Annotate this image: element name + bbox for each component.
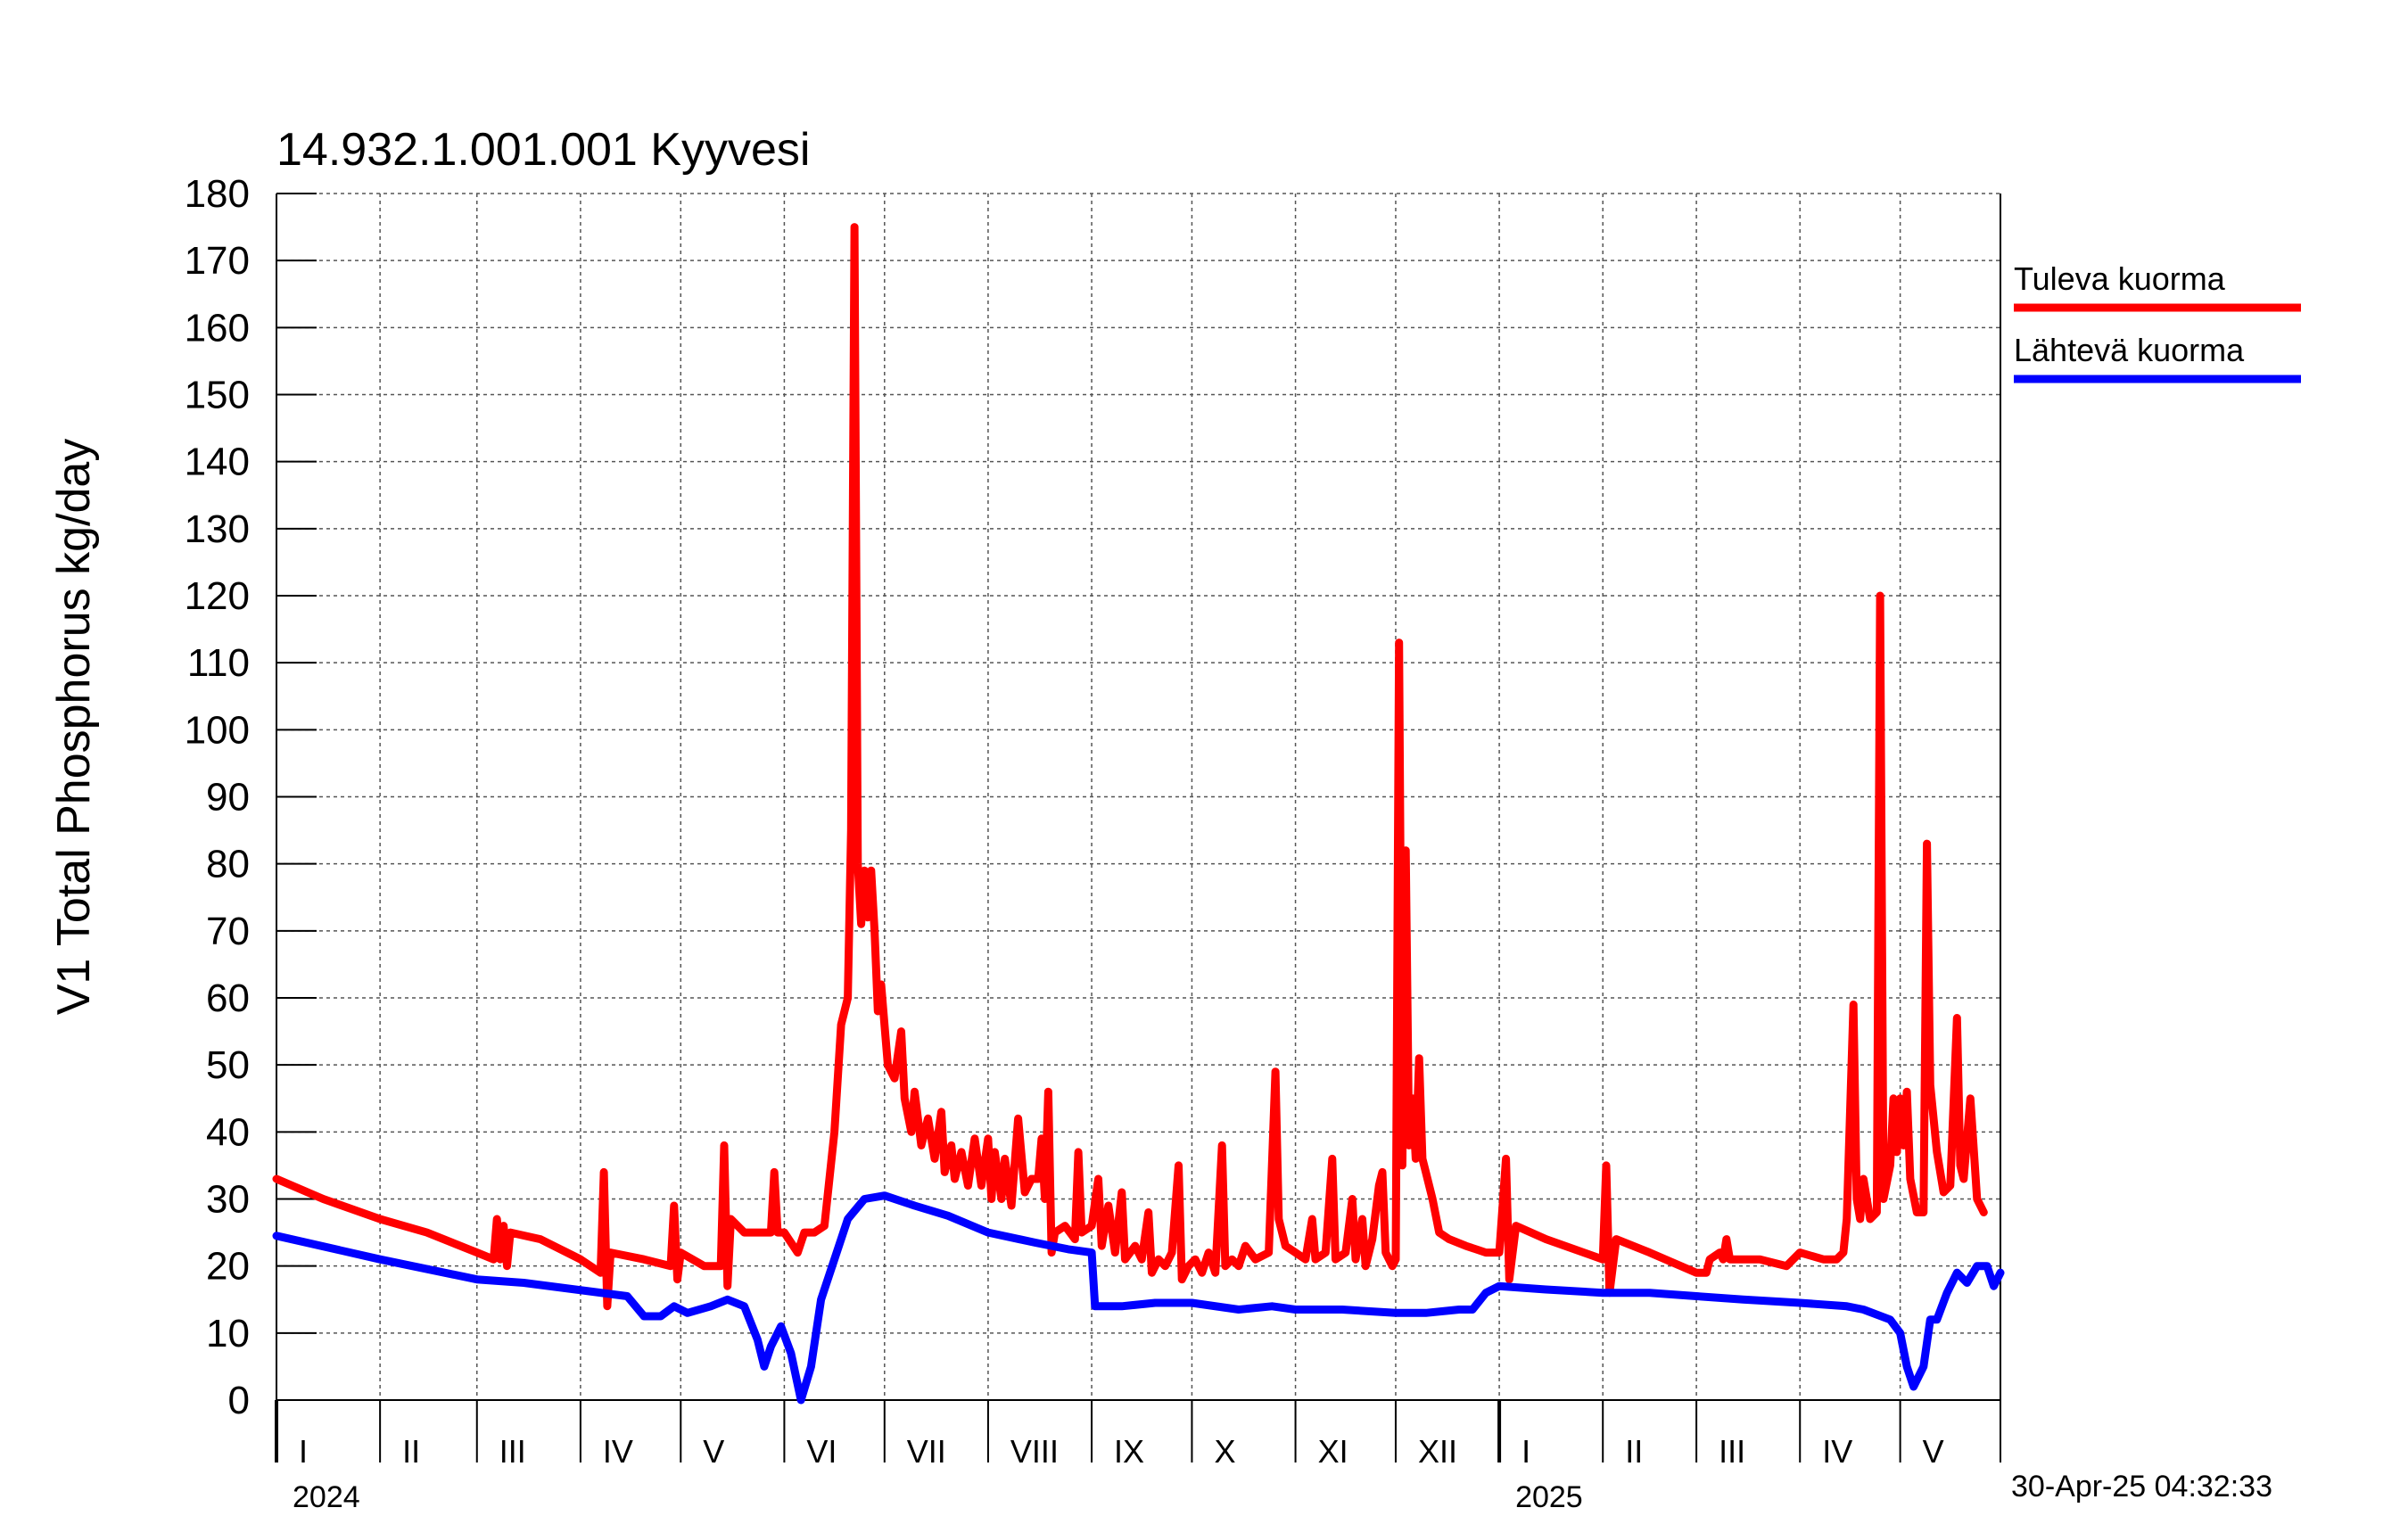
month-label-2: III <box>499 1433 526 1470</box>
year-label-1: 2025 <box>1515 1480 1583 1514</box>
month-label-11: XII <box>1418 1433 1457 1470</box>
y-tick-label-13: 130 <box>185 507 250 551</box>
y-axis-ticks: 0 10 20 30 40 50 60 70 80 90 100 110 120 130 140 150 160… <box>185 172 317 1422</box>
axes <box>275 194 2001 1462</box>
month-label-10: XI <box>1318 1433 1348 1470</box>
y-tick-label-7: 70 <box>206 910 250 953</box>
data-series <box>272 223 2005 1405</box>
month-label-1: II <box>402 1433 420 1470</box>
y-tick-label-11: 110 <box>187 641 250 685</box>
y-tick-label-3: 30 <box>206 1178 250 1222</box>
y-tick-label-2: 20 <box>206 1245 250 1289</box>
y-tick-label-6: 60 <box>206 976 250 1020</box>
y-tick-label-17: 170 <box>185 239 250 283</box>
y-tick-label-9: 90 <box>206 776 250 820</box>
month-label-16: V <box>1923 1433 1944 1470</box>
y-tick-label-10: 100 <box>185 708 250 752</box>
phosphorus-load-chart: 14.932.1.001.001 Kyyvesi V1 Total Phosph… <box>48 124 2301 1514</box>
month-label-4: V <box>703 1433 724 1470</box>
month-label-13: II <box>1625 1433 1643 1470</box>
y-axis-label: V1 Total Phosphorus kg/day <box>48 439 100 1016</box>
series-line-lahteva <box>272 1191 2005 1405</box>
y-tick-label-12: 120 <box>185 574 250 618</box>
series-line-tuleva <box>272 223 1988 1311</box>
y-tick-label-15: 150 <box>185 374 250 417</box>
month-label-12: I <box>1521 1433 1530 1470</box>
legend-label-0: Tuleva kuorma <box>2014 260 2226 297</box>
grid-lines <box>276 193 2000 1401</box>
year-label-0: 2024 <box>293 1480 360 1514</box>
month-label-9: X <box>1214 1433 1235 1470</box>
month-label-15: IV <box>1822 1433 1852 1470</box>
month-label-5: VI <box>806 1433 837 1470</box>
y-tick-label-8: 80 <box>206 843 250 886</box>
month-label-8: IX <box>1114 1433 1144 1470</box>
month-label-7: VIII <box>1010 1433 1059 1470</box>
y-tick-label-14: 140 <box>185 441 250 484</box>
y-tick-label-18: 180 <box>185 172 250 216</box>
legend: Tuleva kuorma Lähtevä kuorma <box>2014 260 2301 383</box>
y-tick-label-4: 40 <box>206 1110 250 1154</box>
y-tick-label-1: 10 <box>206 1312 250 1355</box>
month-label-14: III <box>1719 1433 1745 1470</box>
legend-label-1: Lähtevä kuorma <box>2014 332 2245 368</box>
month-label-0: I <box>299 1433 308 1470</box>
y-tick-label-0: 0 <box>228 1379 250 1422</box>
y-tick-label-5: 50 <box>206 1043 250 1087</box>
month-label-6: VII <box>907 1433 946 1470</box>
chart-title: 14.932.1.001.001 Kyyvesi <box>276 124 810 176</box>
timestamp: 30-Apr-25 04:32:33 <box>2011 1470 2272 1504</box>
month-label-3: IV <box>603 1433 633 1470</box>
y-tick-label-16: 160 <box>185 306 250 350</box>
